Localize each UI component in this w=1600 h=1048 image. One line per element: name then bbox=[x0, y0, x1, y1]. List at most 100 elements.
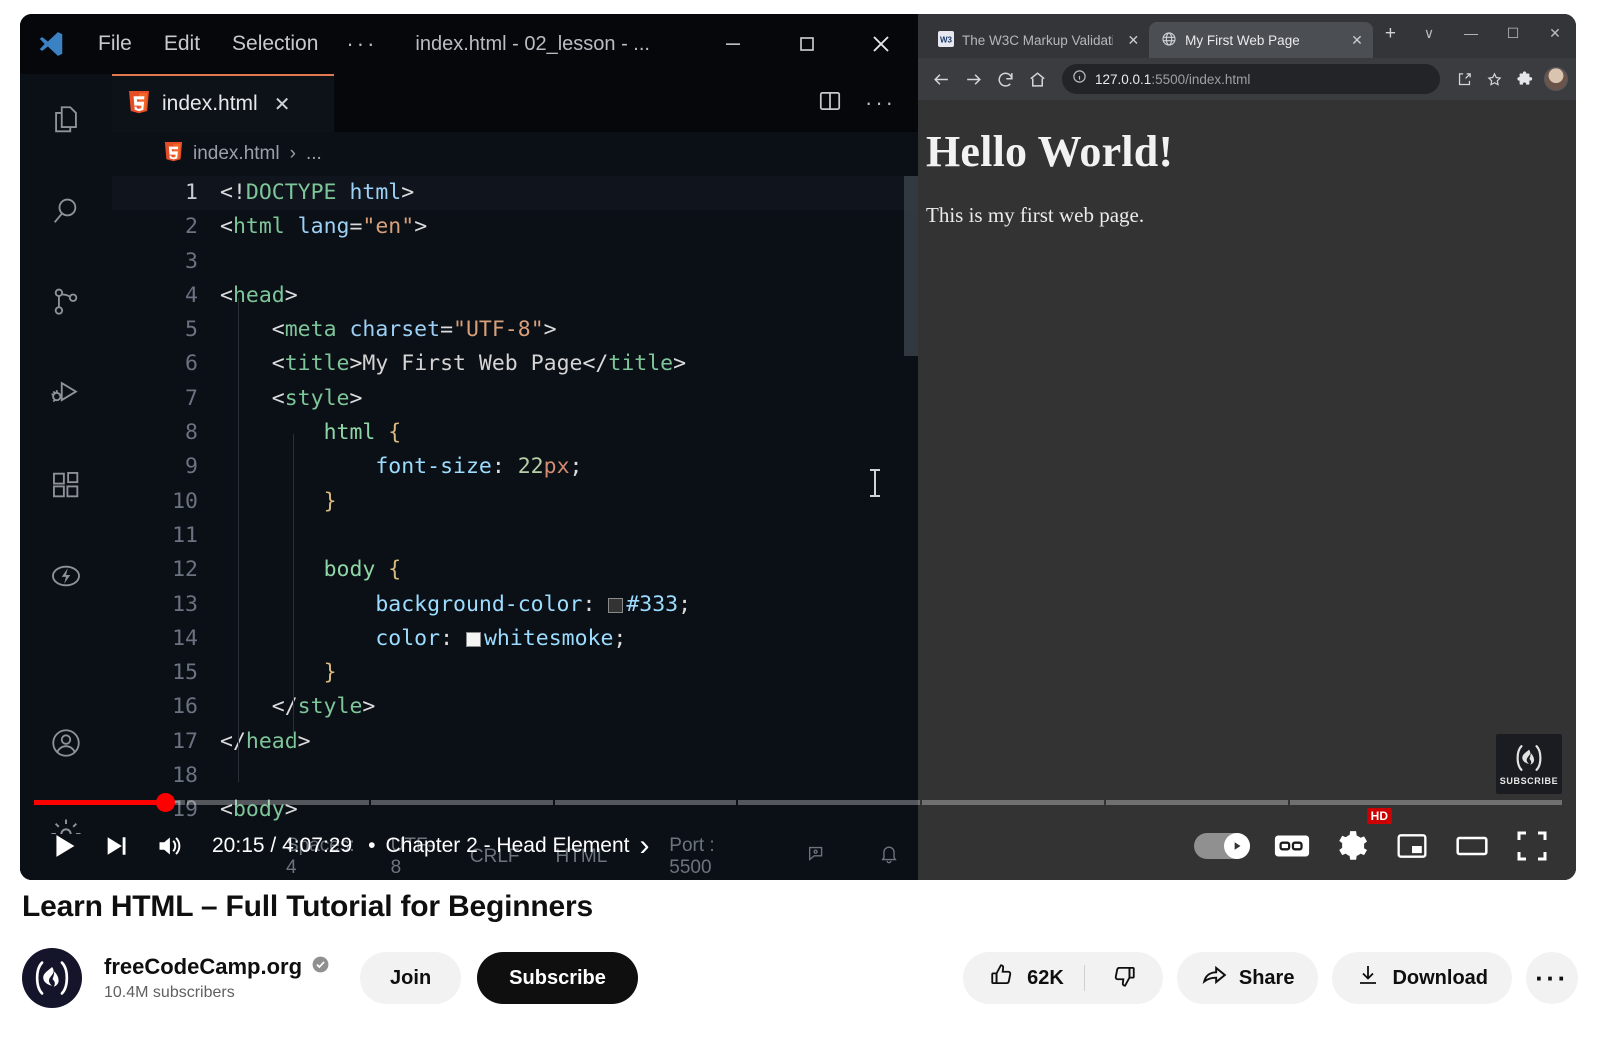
youtube-player-controls: 20:15 / 4:07:29 • Chapter 2 - Head Eleme… bbox=[20, 788, 1576, 880]
thunder-client-icon[interactable] bbox=[20, 530, 112, 621]
color-swatch-333 bbox=[608, 598, 623, 613]
back-icon[interactable] bbox=[926, 64, 956, 94]
accounts-icon[interactable] bbox=[20, 698, 112, 789]
source-control-icon[interactable] bbox=[20, 257, 112, 348]
search-icon[interactable] bbox=[20, 165, 112, 256]
line-text: } bbox=[220, 485, 918, 519]
editor-more-actions[interactable]: ··· bbox=[865, 90, 896, 116]
extensions-icon[interactable] bbox=[20, 439, 112, 530]
address-bar[interactable]: 127.0.0.1:5500/index.html bbox=[1062, 64, 1440, 94]
profile-avatar[interactable] bbox=[1544, 67, 1568, 91]
breadcrumb: index.html › ... bbox=[112, 132, 918, 176]
chapter-title: Chapter 2 - Head Element bbox=[386, 834, 630, 858]
subscribe-watermark[interactable]: SUBSCRIBE bbox=[1496, 734, 1562, 794]
channel-avatar[interactable] bbox=[22, 948, 82, 1008]
browser-tab-w3c-validator[interactable]: W3 The W3C Markup Validation S ✕ bbox=[926, 22, 1149, 58]
bookmark-star-icon[interactable] bbox=[1480, 65, 1508, 93]
chapter-segment[interactable] bbox=[187, 800, 369, 805]
forward-icon[interactable] bbox=[958, 64, 988, 94]
chapter-indicator[interactable]: • Chapter 2 - Head Element › bbox=[368, 829, 649, 863]
close-icon[interactable]: ✕ bbox=[1127, 32, 1139, 49]
channel-name[interactable]: freeCodeCamp.org bbox=[104, 954, 302, 980]
thumbs-up-icon bbox=[989, 962, 1015, 994]
w3c-icon: W3 bbox=[938, 31, 954, 50]
menu-edit[interactable]: Edit bbox=[148, 32, 216, 56]
more-actions-button[interactable]: ··· bbox=[1526, 952, 1578, 1004]
line-text: <!DOCTYPE html> bbox=[220, 176, 918, 210]
menu-file[interactable]: File bbox=[82, 32, 148, 56]
volume-button[interactable] bbox=[142, 820, 194, 872]
dislike-button[interactable] bbox=[1085, 963, 1163, 994]
settings-button[interactable]: HD bbox=[1326, 820, 1378, 872]
share-icon[interactable] bbox=[1450, 65, 1478, 93]
vscode-minimize-button[interactable] bbox=[696, 14, 770, 74]
progress-bar[interactable] bbox=[34, 800, 1562, 805]
progress-scrubber[interactable] bbox=[156, 793, 175, 812]
tab-title: My First Web Page bbox=[1185, 33, 1299, 48]
close-icon[interactable]: ✕ bbox=[274, 92, 291, 117]
chapter-segment[interactable] bbox=[371, 800, 553, 805]
line-number: 11 bbox=[112, 519, 220, 553]
browser-minimize-button[interactable]: — bbox=[1450, 14, 1492, 52]
browser-maximize-button[interactable]: ☐ bbox=[1492, 14, 1534, 52]
chapter-segment[interactable] bbox=[1106, 800, 1288, 805]
next-video-button[interactable] bbox=[90, 820, 142, 872]
html5-file-icon bbox=[128, 90, 150, 119]
site-info-icon[interactable] bbox=[1072, 69, 1087, 89]
download-button[interactable]: Download bbox=[1332, 952, 1512, 1004]
editor-tab-index-html[interactable]: index.html ✕ bbox=[112, 74, 334, 132]
editor-scrollbar[interactable] bbox=[904, 176, 918, 356]
code-content[interactable]: 1 <!DOCTYPE html> 2 <html lang="en"> 3 4… bbox=[112, 176, 918, 880]
theater-mode-button[interactable] bbox=[1446, 820, 1498, 872]
chapter-segment[interactable] bbox=[738, 800, 920, 805]
settings-gear-icon bbox=[1335, 829, 1369, 863]
like-count: 62K bbox=[1027, 967, 1064, 990]
extensions-puzzle-icon[interactable] bbox=[1510, 65, 1538, 93]
vscode-logo-icon bbox=[20, 29, 82, 59]
autoplay-toggle[interactable] bbox=[1186, 820, 1258, 872]
subscriber-count: 10.4M subscribers bbox=[104, 984, 330, 1002]
vscode-close-button[interactable] bbox=[844, 14, 918, 74]
subscribe-button[interactable]: Subscribe bbox=[477, 952, 638, 1004]
play-button[interactable] bbox=[38, 820, 90, 872]
like-button[interactable]: 62K bbox=[963, 962, 1084, 994]
line-text: } bbox=[220, 656, 918, 690]
fullscreen-button[interactable] bbox=[1506, 820, 1558, 872]
tab-search-icon[interactable]: ∨ bbox=[1408, 14, 1450, 52]
miniplayer-button[interactable] bbox=[1386, 820, 1438, 872]
line-number: 14 bbox=[112, 622, 220, 656]
line-number: 1 bbox=[112, 176, 220, 210]
code-line: 9 font-size: 22px; bbox=[112, 450, 918, 484]
line-number: 10 bbox=[112, 485, 220, 519]
menu-selection[interactable]: Selection bbox=[216, 32, 334, 56]
explorer-icon[interactable] bbox=[20, 74, 112, 165]
browser-tab-my-first-web-page[interactable]: My First Web Page ✕ bbox=[1149, 22, 1373, 58]
thumbs-down-icon bbox=[1111, 963, 1137, 994]
chapter-segment[interactable] bbox=[922, 800, 1104, 805]
chevron-right-icon[interactable]: › bbox=[640, 829, 650, 863]
home-icon[interactable] bbox=[1022, 64, 1052, 94]
browser-close-button[interactable]: ✕ bbox=[1534, 14, 1576, 52]
share-button[interactable]: Share bbox=[1177, 952, 1319, 1004]
captions-button[interactable] bbox=[1266, 820, 1318, 872]
split-editor-icon[interactable] bbox=[817, 88, 843, 119]
code-line: 12 body { bbox=[112, 553, 918, 587]
join-button[interactable]: Join bbox=[360, 952, 461, 1004]
download-icon bbox=[1356, 963, 1380, 993]
new-tab-button[interactable]: + bbox=[1373, 23, 1408, 49]
vscode-maximize-button[interactable] bbox=[770, 14, 844, 74]
chapter-segment[interactable] bbox=[555, 800, 737, 805]
player-button-row: 20:15 / 4:07:29 • Chapter 2 - Head Eleme… bbox=[20, 812, 1576, 880]
browser-toolbar: 127.0.0.1:5500/index.html bbox=[918, 58, 1576, 100]
code-line: 7 <style> bbox=[112, 382, 918, 416]
line-text: </style> bbox=[220, 690, 918, 724]
reload-icon[interactable] bbox=[990, 64, 1020, 94]
breadcrumb-rest[interactable]: ... bbox=[306, 143, 322, 165]
breadcrumb-file[interactable]: index.html bbox=[193, 143, 280, 165]
line-number: 8 bbox=[112, 416, 220, 450]
menu-overflow[interactable]: ··· bbox=[334, 31, 389, 57]
chapter-segment[interactable] bbox=[1290, 800, 1563, 805]
video-player[interactable]: File Edit Selection ··· index.html - 02_… bbox=[20, 14, 1576, 880]
run-and-debug-icon[interactable] bbox=[20, 348, 112, 439]
close-icon[interactable]: ✕ bbox=[1351, 32, 1363, 49]
